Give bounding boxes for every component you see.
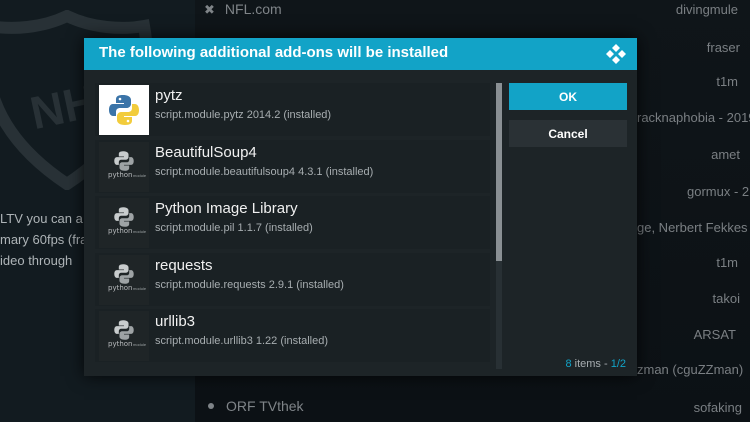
addon-description: script.module.urllib3 1.22 (installed) — [155, 335, 329, 347]
bullet-icon — [208, 403, 214, 410]
page-indicator: 1/2 — [610, 358, 626, 370]
addon-name: Python Image Library — [155, 200, 298, 217]
background-author-label: takoi — [712, 291, 740, 306]
ok-button[interactable]: OK — [509, 83, 627, 110]
background-author-label: amet — [711, 147, 740, 162]
addon-list[interactable]: pytz script.module.pytz 2014.2 (installe… — [95, 83, 490, 368]
background-author-label: t1m — [716, 74, 738, 89]
scrollbar-thumb[interactable] — [496, 83, 502, 261]
kodi-logo-icon — [606, 44, 626, 64]
background-author-label: ge, Nerbert Fekkes — [637, 220, 748, 235]
dialog-title: The following additional add-ons will be… — [99, 44, 449, 61]
background-author-label: racknaphobia - 2019 — [637, 110, 750, 125]
list-item[interactable]: pytz script.module.pytz 2014.2 (installe… — [95, 83, 490, 136]
python-module-icon: python module — [99, 198, 149, 248]
background-author-label: zman (cguZZman) — [637, 362, 744, 377]
item-count-pager: 8 items - 1/2 — [565, 358, 626, 370]
addon-name: BeautifulSoup4 — [155, 143, 257, 161]
addon-name: requests — [155, 256, 213, 274]
list-item[interactable]: python module urllib3 script.module.urll… — [95, 309, 490, 362]
python-module-icon: python module — [99, 141, 149, 192]
background-author-label: gormux - 2 — [687, 184, 750, 199]
dialog-header: The following additional add-ons will be… — [84, 38, 637, 70]
background-author-label: divingmule — [675, 2, 738, 17]
background-description: LTV you can a mary 60fps (fra ideo throu… — [0, 211, 88, 268]
background-author-label: t1m — [716, 255, 738, 270]
background-list-item-top[interactable]: ✖ NFL.com — [204, 1, 282, 18]
addon-name: pytz — [155, 87, 183, 104]
close-icon: ✖ — [204, 2, 215, 17]
addon-description: script.module.pil 1.1.7 (installed) — [155, 222, 313, 234]
list-item[interactable]: python module BeautifulSoup4 script.modu… — [95, 139, 490, 193]
python-module-icon: python module — [99, 254, 149, 305]
cancel-button[interactable]: Cancel — [509, 120, 627, 147]
addon-description: script.module.requests 2.9.1 (installed) — [155, 278, 344, 291]
python-logo-icon — [99, 85, 149, 135]
addon-description: script.module.beautifulsoup4 4.3.1 (inst… — [155, 165, 374, 178]
background-author-label: fraser — [706, 40, 740, 55]
list-item[interactable]: python module Python Image Library scrip… — [95, 196, 490, 249]
background-author-label: sofaking — [693, 400, 742, 415]
python-module-icon: python module — [99, 311, 149, 361]
install-addons-dialog: The following additional add-ons will be… — [84, 38, 637, 376]
item-count: 8 — [565, 358, 572, 370]
background-list-item-bottom[interactable]: ORF TVthek — [208, 398, 304, 414]
background-author-label: ARSAT — [693, 327, 736, 342]
addon-description: script.module.pytz 2014.2 (installed) — [155, 109, 332, 121]
list-scrollbar[interactable] — [496, 83, 502, 369]
list-item[interactable]: python module requests script.module.req… — [95, 252, 490, 306]
addon-name: urllib3 — [155, 313, 196, 330]
